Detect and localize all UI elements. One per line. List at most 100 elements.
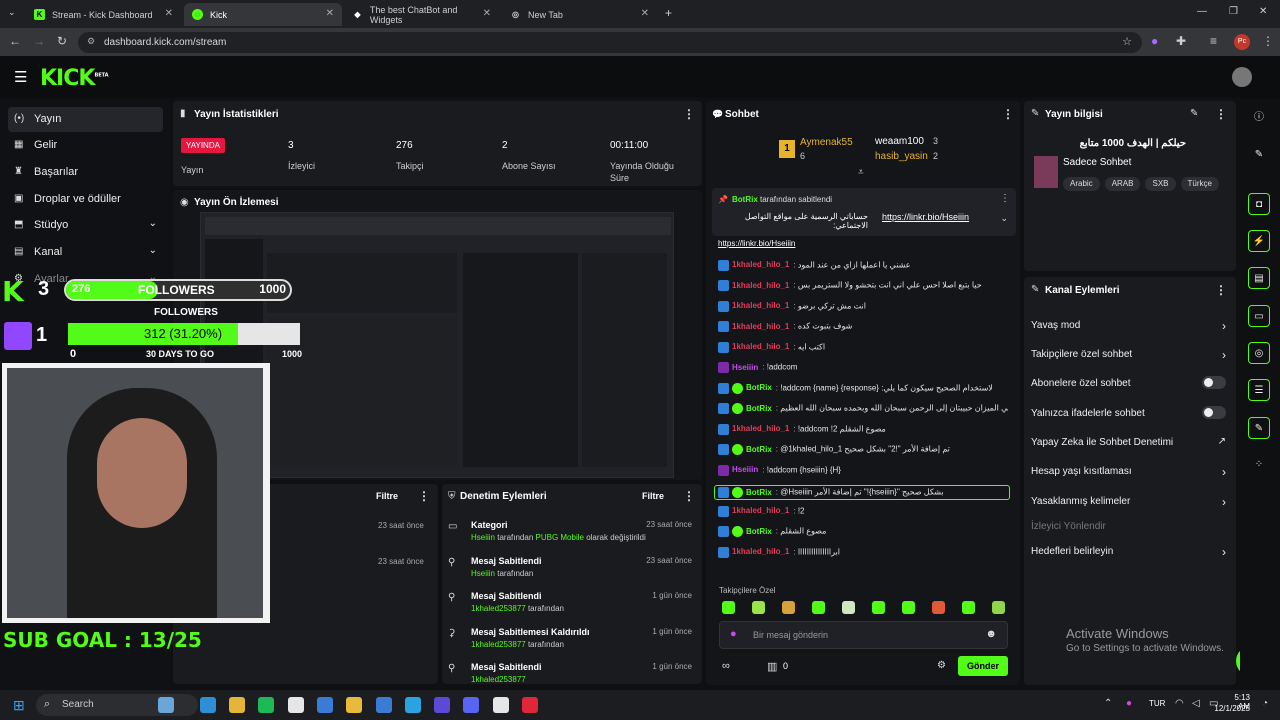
emote-icon[interactable] — [962, 601, 975, 614]
chat-message[interactable]: 1khaled_hilo_1: اكتب ايه — [718, 341, 1008, 353]
tray-mic-icon[interactable]: ● — [1126, 698, 1132, 709]
tray-chevron-icon[interactable]: ⌃ — [1104, 698, 1112, 709]
emote-icon[interactable] — [872, 601, 885, 614]
stream-tag[interactable]: SXB — [1145, 177, 1176, 191]
channel-action-row[interactable]: Yalnızca ifadelerle sohbet — [1031, 406, 1226, 419]
send-button[interactable]: Gönder — [958, 656, 1008, 676]
close-tab-icon[interactable]: ✕ — [483, 8, 491, 19]
sidebar-item-kanal[interactable]: ▤ Kanal ⌄ — [8, 240, 163, 265]
chevron-down-icon[interactable]: ⌄ — [1000, 213, 1008, 224]
sidebar-item-droplar[interactable]: ▣ Droplar ve ödüller — [8, 187, 163, 212]
edge-icon[interactable] — [200, 697, 216, 713]
widgets-icon[interactable] — [158, 697, 174, 713]
toggle-switch[interactable] — [1202, 406, 1226, 419]
site-info-icon[interactable]: ⚙ — [87, 36, 95, 47]
chat-username[interactable]: 1khaled_hilo_1 — [732, 342, 789, 351]
store-icon[interactable] — [317, 697, 333, 713]
notification-bell-icon[interactable]: ◔ — [1262, 698, 1268, 709]
log-menu-icon[interactable]: ⋮ — [418, 489, 430, 503]
category-name[interactable]: Sadece Sohbet — [1063, 157, 1131, 168]
stream-tag[interactable]: Arabic — [1063, 177, 1100, 191]
mod-menu-icon[interactable]: ⋮ — [683, 489, 695, 503]
camera-icon[interactable]: ◘ — [1248, 193, 1270, 215]
emote-icon[interactable] — [992, 601, 1005, 614]
close-tab-icon[interactable]: ✕ — [326, 8, 334, 19]
channel-action-row[interactable]: Yapay Zeka ile Sohbet Denetimi ↗ — [1031, 436, 1226, 448]
stream-tag[interactable]: Türkçe — [1180, 177, 1219, 191]
close-tab-icon[interactable]: ✕ — [165, 8, 173, 19]
chat-message[interactable]: https://linkr.bio/Hseiiin — [718, 239, 1008, 248]
chat-username[interactable]: 1khaled_hilo_1 — [732, 547, 789, 556]
emote-icon[interactable] — [842, 601, 855, 614]
chat-username[interactable]: 1khaled_hilo_1 — [732, 424, 789, 433]
edit-icon[interactable]: ✎ — [1190, 108, 1198, 119]
epic-icon[interactable] — [493, 697, 509, 713]
chat-username[interactable]: BotRix — [746, 404, 772, 413]
emoji-icon[interactable]: ☻ — [985, 628, 997, 640]
back-arrow-icon[interactable]: ← — [9, 34, 21, 48]
collapse-icon[interactable]: ⩡ — [858, 167, 864, 178]
info-icon[interactable]: ⓘ — [1248, 107, 1270, 129]
extensions-puzzle-icon[interactable]: ✚ — [1176, 34, 1186, 48]
emote-icon[interactable] — [782, 601, 795, 614]
mod-action-user[interactable]: Hseiiin — [471, 569, 495, 578]
sidebar-item-studyo[interactable]: ⬒ Stüdyo ⌄ — [8, 213, 163, 238]
gallery-icon[interactable] — [376, 697, 392, 713]
chat-settings-icon[interactable]: ⚙ — [937, 660, 946, 671]
emote-icon[interactable] — [722, 601, 735, 614]
profile-avatar[interactable]: Pc — [1234, 34, 1250, 50]
browser-menu-icon[interactable]: ⋮ — [1262, 34, 1274, 48]
chat-message[interactable]: 1khaled_hilo_1: انت مش تركي برضو — [718, 300, 1008, 312]
emote-icon[interactable] — [752, 601, 765, 614]
preview-video[interactable] — [200, 212, 674, 478]
chat-username[interactable]: Hseiiin — [732, 363, 758, 372]
chat-message[interactable]: 1khaled_hilo_1: ابرااااااااااااااا — [718, 546, 1008, 558]
chat-message[interactable]: 1khaled_hilo_1: شوف بتبوت كده — [718, 321, 1008, 332]
new-tab-plus-icon[interactable]: + — [665, 6, 672, 20]
chat-message[interactable]: BotRix: !addcom {name} {response} :لاستخ… — [718, 382, 1008, 394]
extension-icon[interactable]: ● — [1151, 34, 1158, 48]
sidebar-item-gelir[interactable]: ▦ Gelir — [8, 133, 163, 158]
reload-icon[interactable]: ↻ — [57, 34, 67, 48]
maximize-icon[interactable]: ❐ — [1229, 6, 1238, 17]
stream-info-menu-icon[interactable]: ⋮ — [1215, 107, 1227, 121]
emote-icon[interactable] — [932, 601, 945, 614]
document-icon[interactable]: ▤ — [1248, 267, 1270, 289]
shop-icon[interactable]: ▥ — [767, 660, 777, 673]
channel-action-row[interactable]: Hedefleri belirleyin › — [1031, 545, 1226, 559]
volume-icon[interactable]: ◁ — [1192, 698, 1200, 709]
chat-username[interactable]: BotRix — [746, 383, 772, 392]
chat-username[interactable]: 1khaled_hilo_1 — [732, 506, 789, 515]
chat-menu-icon[interactable]: ⋮ — [1002, 107, 1014, 121]
channel-action-row[interactable]: Yavaş mod › — [1031, 319, 1226, 333]
tab-new-tab[interactable]: ◎ New Tab ✕ — [502, 3, 657, 26]
sidebar-item-basarilar[interactable]: ♜ Başarılar — [8, 160, 163, 185]
chat-input[interactable]: ● Bir mesaj gönderin ☻ — [719, 621, 1008, 649]
chat-username[interactable]: 1khaled_hilo_1 — [732, 281, 789, 290]
shapes-icon[interactable]: ⁘ — [1248, 454, 1270, 476]
clock-date[interactable]: 12/1/2025 — [1214, 704, 1250, 713]
chat-message[interactable]: BotRix: كلمتان خفيفتان على اللسان ثقيلتا… — [718, 403, 1008, 414]
channel-action-row[interactable]: Yasaklanmış kelimeler › — [1031, 495, 1226, 509]
tray-language[interactable]: TUR — [1149, 699, 1165, 708]
telegram-icon[interactable] — [405, 697, 421, 713]
pencil-icon[interactable]: ✎ — [1248, 144, 1270, 166]
close-tab-icon[interactable]: ✕ — [641, 8, 649, 19]
chat-message[interactable]: 1khaled_hilo_1: !2 — [718, 505, 1008, 517]
opera-icon[interactable] — [522, 697, 538, 713]
tab-stream-dashboard[interactable]: K Stream - Kick Dashboard ✕ — [26, 3, 181, 26]
filter-button[interactable]: Filtre — [376, 491, 398, 501]
toggle-switch[interactable] — [1202, 376, 1226, 389]
channel-actions-menu-icon[interactable]: ⋮ — [1215, 283, 1227, 297]
tab-chatbot[interactable]: ◆ The best ChatBot and Widgets ✕ — [344, 3, 499, 26]
window-close-icon[interactable]: ✕ — [1259, 6, 1267, 17]
chat-username[interactable]: 1khaled_hilo_1 — [732, 301, 789, 310]
stats-menu-icon[interactable]: ⋮ — [683, 107, 695, 121]
channel-action-row[interactable]: Takipçilere özel sohbet › — [1031, 348, 1226, 362]
chat-link[interactable]: https://linkr.bio/Hseiiin — [718, 239, 795, 248]
explorer-icon[interactable] — [229, 697, 245, 713]
chat-message[interactable]: 1khaled_hilo_1: !addcom !2 مصوع الشقلم — [718, 423, 1008, 435]
chatgpt-icon[interactable] — [288, 697, 304, 713]
spotify-icon[interactable] — [258, 697, 274, 713]
tab-search-icon[interactable]: ⌄ — [8, 7, 16, 18]
